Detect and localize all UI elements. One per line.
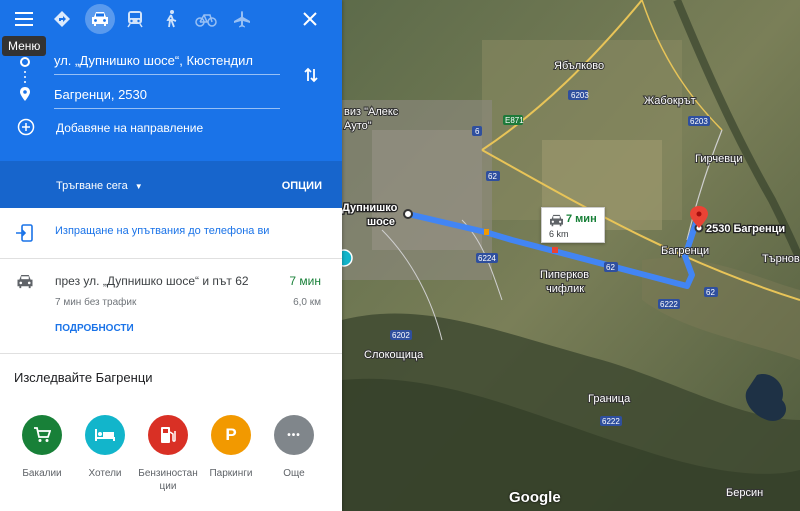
transit-mode-icon[interactable] bbox=[122, 6, 148, 32]
category-label-line1: Бензиностан bbox=[138, 468, 198, 479]
road-label: 6202 bbox=[392, 331, 410, 340]
place-label: Търнов bbox=[762, 253, 800, 265]
start-label-line1: Дупнишко bbox=[342, 202, 398, 214]
road-label: 6222 bbox=[602, 417, 620, 426]
end-label: 2530 Багренци bbox=[706, 223, 785, 235]
road-label: 6224 bbox=[478, 254, 496, 263]
road-label: E871 bbox=[505, 116, 524, 125]
start-point-icon bbox=[403, 209, 413, 219]
best-route-icon[interactable] bbox=[49, 6, 75, 32]
place-label: Слокощица bbox=[364, 349, 424, 361]
start-label-line2: шосе bbox=[367, 216, 395, 228]
route-via: през ул. „Дупнишко шосе“ и път 62 bbox=[55, 274, 249, 288]
bed-icon bbox=[85, 415, 125, 455]
map-view[interactable]: 6203 E871 6 62 62 62 6224 6222 6222 6203… bbox=[342, 0, 800, 511]
car-icon bbox=[14, 271, 36, 291]
google-logo: Google bbox=[509, 489, 561, 506]
explore-title: Изследвайте Багренци bbox=[14, 370, 153, 385]
car-mode-icon[interactable] bbox=[85, 4, 115, 34]
options-button[interactable]: ОПЦИИ bbox=[282, 180, 322, 192]
parking-icon: P bbox=[211, 415, 251, 455]
depart-time-dropdown[interactable]: Тръгване сега ▼ bbox=[56, 180, 143, 192]
category-more[interactable]: ••• Още bbox=[259, 415, 329, 480]
category-label: Бакалии bbox=[22, 468, 62, 479]
route-dots bbox=[24, 68, 26, 86]
road-label: 62 bbox=[706, 288, 715, 297]
road-label: 6 bbox=[475, 127, 480, 136]
satellite-map: 6203 E871 6 62 62 62 6224 6222 6222 6203… bbox=[342, 0, 800, 511]
place-label: Ауто" bbox=[344, 120, 372, 132]
place-label: Ябълково bbox=[554, 60, 604, 72]
route-traffic: 7 мин без трафик bbox=[55, 297, 137, 308]
origin-field[interactable]: ул. „Дупнишко шосе“, Кюстендил bbox=[54, 53, 280, 75]
send-to-phone-row[interactable]: Изпращане на упътвания до телефона ви bbox=[0, 208, 342, 259]
cart-icon bbox=[22, 415, 62, 455]
send-to-phone-label: Изпращане на упътвания до телефона ви bbox=[55, 225, 270, 237]
place-label: Берсин bbox=[726, 487, 763, 499]
destination-field[interactable]: Багренци, 2530 bbox=[54, 87, 280, 109]
directions-header: ул. „Дупнишко шосе“, Кюстендил Багренци,… bbox=[0, 0, 342, 208]
close-icon[interactable] bbox=[297, 6, 323, 32]
depart-label: Тръгване сега bbox=[56, 180, 128, 192]
flight-mode-icon[interactable] bbox=[229, 6, 255, 32]
place-label: Багренци bbox=[661, 245, 709, 257]
callout-time: 7 мин bbox=[566, 213, 597, 225]
directions-panel: ул. „Дупнишко шосе“, Кюстендил Багренци,… bbox=[0, 0, 342, 511]
category-gas-stations[interactable]: Бензиностан ции bbox=[133, 415, 203, 493]
road-label: 62 bbox=[488, 172, 497, 181]
place-label: Гирчевци bbox=[695, 153, 743, 165]
category-label: Бензиностан ции bbox=[133, 467, 203, 493]
category-label: Още bbox=[283, 468, 305, 479]
add-destination-icon[interactable] bbox=[16, 117, 36, 137]
poi-icon bbox=[342, 249, 353, 267]
gas-icon bbox=[148, 415, 188, 455]
route-callout[interactable]: 7 мин 6 km bbox=[541, 207, 605, 243]
category-label: Хотели bbox=[88, 468, 122, 479]
bicycle-mode-icon[interactable] bbox=[192, 6, 220, 32]
menu-tooltip: Меню bbox=[2, 36, 47, 56]
add-destination-link[interactable]: Добавяне на направление bbox=[56, 121, 203, 135]
road-label: 62 bbox=[606, 263, 615, 272]
place-label: Пиперков bbox=[540, 269, 589, 281]
place-label: Граница bbox=[588, 393, 631, 405]
walking-mode-icon[interactable] bbox=[158, 6, 184, 32]
send-to-phone-icon bbox=[14, 223, 34, 243]
options-bar: Тръгване сега ▼ ОПЦИИ bbox=[0, 161, 342, 208]
travel-mode-bar bbox=[0, 0, 342, 38]
route-distance: 6,0 км bbox=[293, 297, 321, 308]
category-hotels[interactable]: Хотели bbox=[70, 415, 140, 480]
more-icon: ••• bbox=[274, 415, 314, 455]
road-label: 6203 bbox=[571, 91, 589, 100]
category-parking[interactable]: P Паркинги bbox=[196, 415, 266, 480]
category-groceries[interactable]: Бакалии bbox=[7, 415, 77, 480]
category-label: Паркинги bbox=[209, 468, 253, 479]
details-link[interactable]: ПОДРОБНОСТИ bbox=[55, 323, 134, 334]
route-time: 7 мин bbox=[289, 274, 321, 288]
destination-pin-icon bbox=[17, 86, 33, 102]
route-option[interactable]: през ул. „Дупнишко шосе“ и път 62 7 мин … bbox=[0, 258, 342, 354]
road-label: 6222 bbox=[660, 300, 678, 309]
car-icon bbox=[548, 213, 564, 227]
swap-icon[interactable] bbox=[300, 64, 322, 86]
road-label: 6203 bbox=[690, 117, 708, 126]
callout-distance: 6 km bbox=[549, 229, 569, 239]
place-label: Жабокрът bbox=[644, 95, 696, 107]
category-label-line2: ции bbox=[159, 481, 177, 492]
dropdown-arrow-icon: ▼ bbox=[134, 182, 143, 191]
place-label: виз "Алекс bbox=[344, 106, 399, 118]
menu-icon[interactable] bbox=[11, 6, 37, 32]
place-label: чифлик bbox=[546, 283, 584, 295]
